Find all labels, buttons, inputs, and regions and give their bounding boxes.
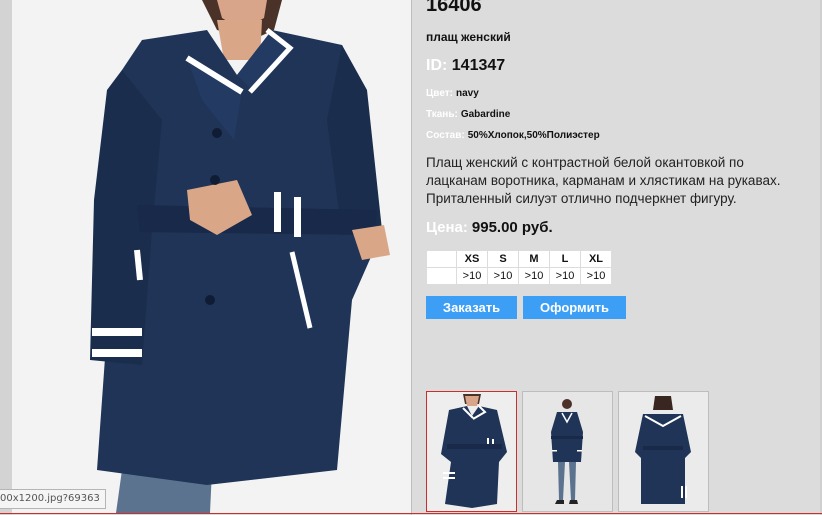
thumbnail-back-image [619, 392, 708, 511]
status-url-tooltip: 00x1200.jpg?69363 [0, 489, 106, 509]
thumbnail-full-length-view[interactable] [522, 391, 613, 512]
stock-l: >10 [550, 268, 580, 284]
product-description: Плащ женский с контрастной белой окантов… [426, 155, 781, 206]
stock-m: >10 [519, 268, 549, 284]
size-header-row: XS S M L XL [427, 251, 611, 267]
thumbnail-full-length-image [523, 392, 612, 511]
stock-xl: >10 [581, 268, 611, 284]
size-xl: XL [581, 251, 611, 267]
thumbnail-front-view[interactable] [426, 391, 517, 512]
price-label: Цена: [426, 219, 468, 236]
attr-color-label: Цвет: [426, 88, 453, 99]
attr-composition: Состав: 50%Хлопок,50%Полиэстер [426, 130, 600, 141]
checkout-button[interactable]: Оформить [523, 296, 626, 319]
attr-composition-value: 50%Хлопок,50%Полиэстер [467, 130, 600, 141]
thumbnail-back-view[interactable] [618, 391, 709, 512]
size-stock-row: >10 >10 >10 >10 >10 [427, 268, 611, 284]
left-page-strip [0, 0, 12, 515]
attr-fabric-label: Ткань: [426, 109, 458, 120]
product-price: Цена: 995.00 руб. [426, 219, 553, 236]
main-product-photo[interactable] [12, 0, 411, 513]
coat-illustration [12, 0, 411, 513]
product-name: плащ женский [426, 30, 511, 44]
thumbnail-front-image [427, 392, 516, 511]
attr-color-value: navy [455, 88, 479, 99]
product-id-value: 141347 [451, 57, 506, 74]
bottom-accent-line [0, 513, 822, 514]
product-article: 16406 [426, 0, 482, 16]
product-info-panel: 16406 плащ женский ID: 141347 Цвет: navy … [412, 0, 822, 515]
size-s: S [488, 251, 518, 267]
size-m: M [519, 251, 549, 267]
attr-fabric-value: Gabardine [460, 109, 511, 120]
product-id: ID: 141347 [426, 57, 505, 75]
stock-s: >10 [488, 268, 518, 284]
product-id-label: ID: [426, 57, 448, 74]
size-header-empty [427, 251, 456, 267]
stock-xs: >10 [457, 268, 487, 284]
stock-empty [427, 268, 456, 284]
attr-fabric: Ткань: Gabardine [426, 109, 510, 120]
size-l: L [550, 251, 580, 267]
size-xs: XS [457, 251, 487, 267]
size-table: XS S M L XL >10 >10 >10 >10 >10 [426, 250, 612, 285]
attr-composition-label: Состав: [426, 130, 465, 141]
attr-color: Цвет: navy [426, 88, 479, 99]
order-button[interactable]: Заказать [426, 296, 517, 319]
price-value: 995.00 руб. [471, 219, 553, 236]
